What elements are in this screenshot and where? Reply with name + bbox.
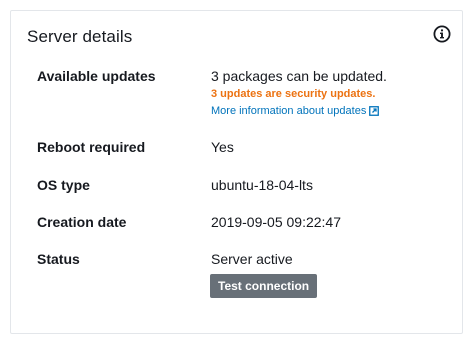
os-type-label: OS type: [37, 177, 90, 193]
os-type-value: ubuntu-18-04-lts: [211, 177, 313, 193]
server-details-card: Server details Available updates 3 packa…: [10, 10, 463, 334]
available-updates-label: Available updates: [37, 68, 156, 84]
security-updates-warning: 3 updates are security updates.: [211, 88, 376, 100]
creation-date-label: Creation date: [37, 214, 127, 230]
reboot-required-value: Yes: [211, 139, 234, 155]
status-value: Server active: [211, 251, 293, 267]
creation-date-value: 2019-09-05 09:22:47: [211, 214, 341, 230]
external-link-icon: [369, 106, 380, 116]
reboot-required-label: Reboot required: [37, 139, 146, 155]
card-title: Server details: [27, 27, 133, 46]
more-info-link-text: More information about updates: [211, 105, 367, 117]
available-updates-value: 3 packages can be updated.: [211, 68, 387, 84]
status-label: Status: [37, 251, 80, 267]
test-connection-button[interactable]: Test connection: [210, 274, 318, 298]
more-info-updates-link[interactable]: More information about updates: [211, 105, 380, 117]
info-icon[interactable]: [433, 25, 451, 43]
